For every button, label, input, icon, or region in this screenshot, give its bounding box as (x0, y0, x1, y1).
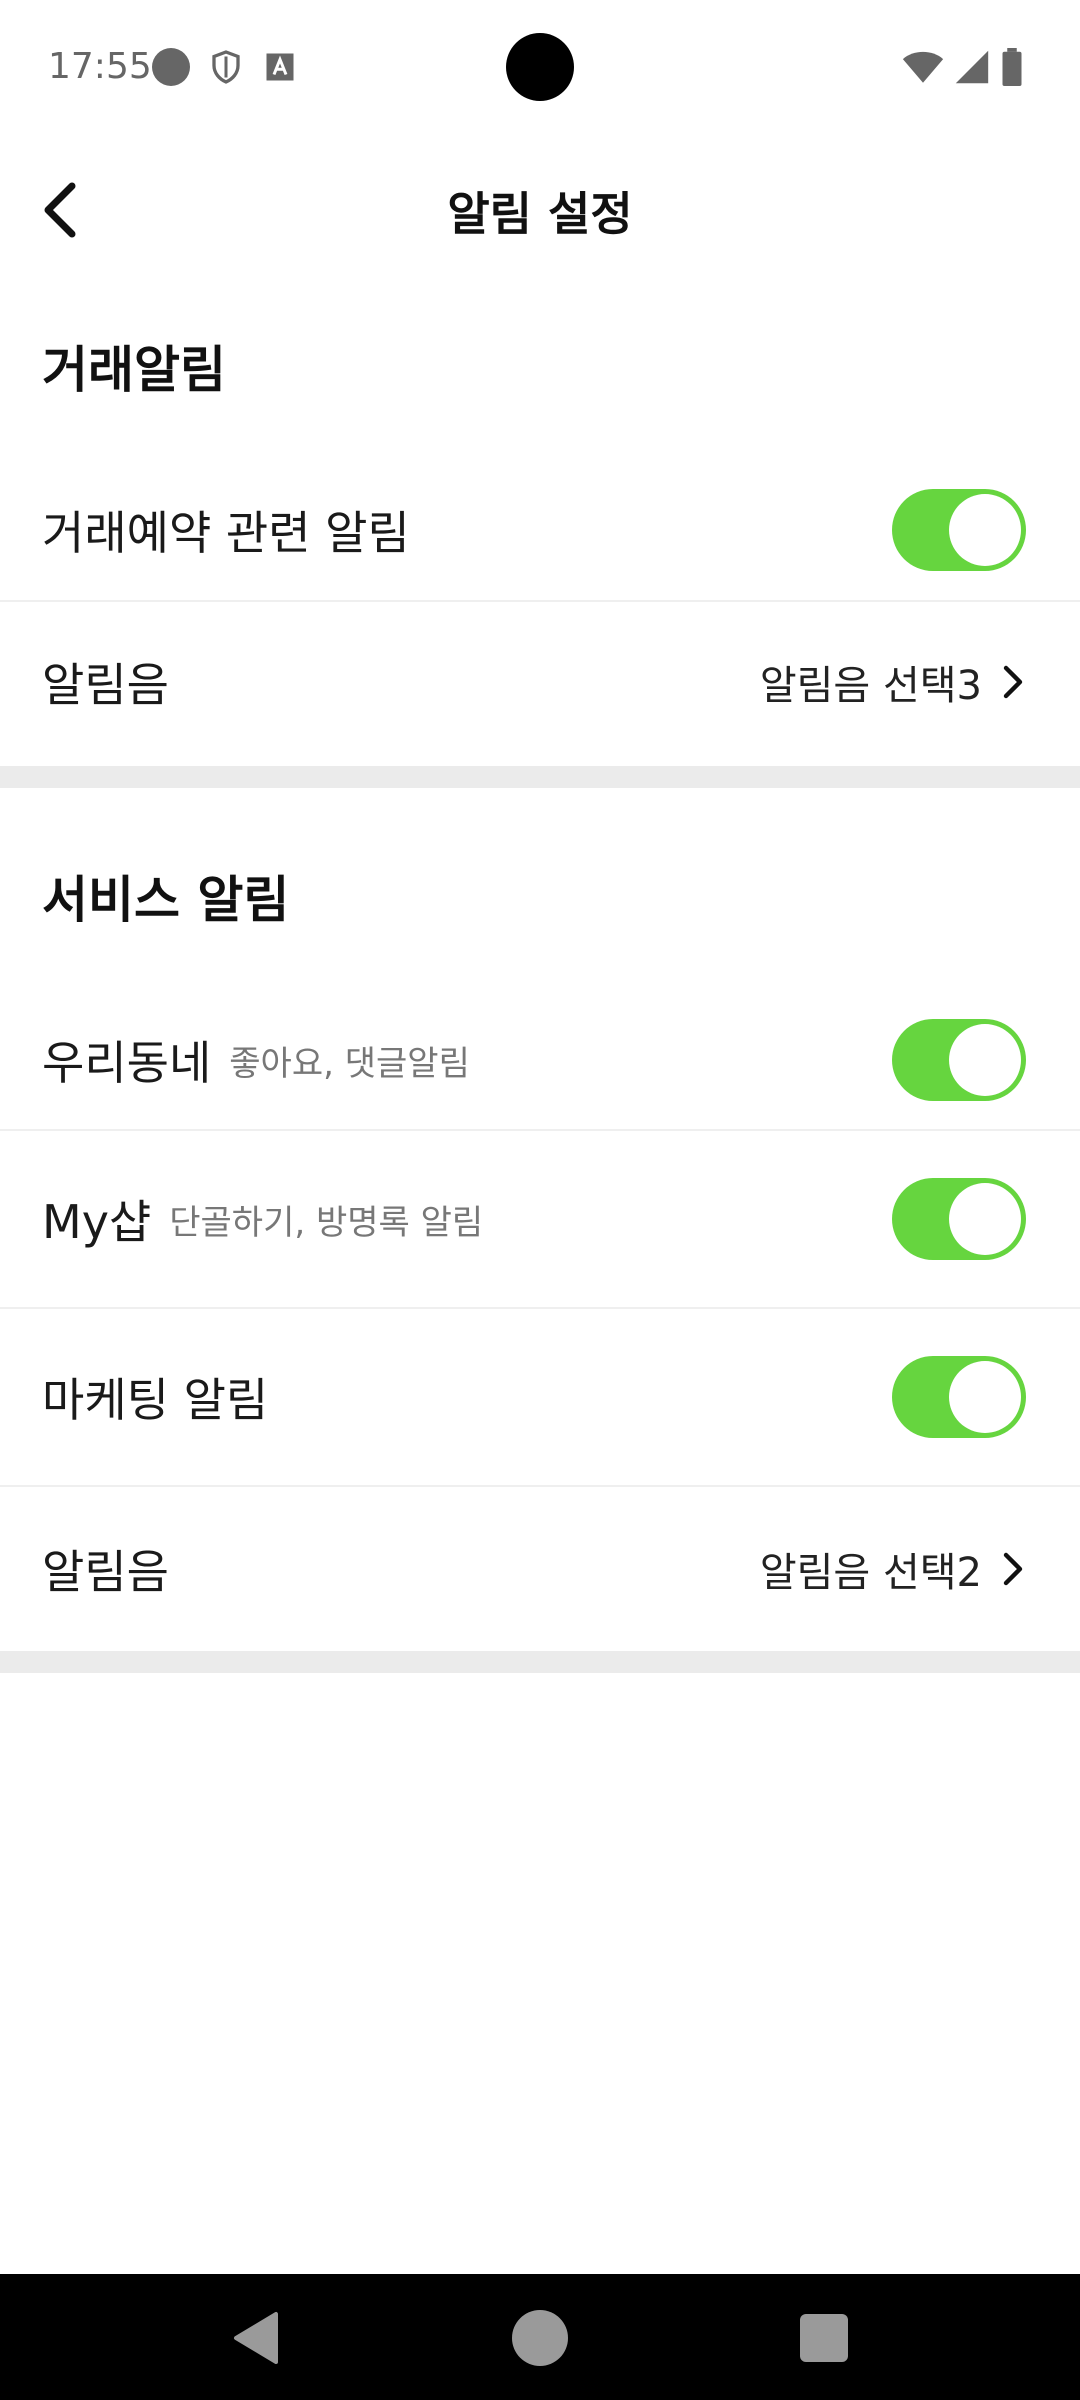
circle-notification-icon (152, 48, 190, 86)
row-value: 알림음 선택3 (759, 663, 982, 709)
toggle-knob (949, 1183, 1021, 1255)
row-label: 거래예약 관련 알림 (42, 506, 410, 560)
section-gap (0, 766, 1080, 788)
status-bar: 17:55 (0, 0, 1080, 136)
row-trade-sound[interactable]: 알림음 알림음 선택3 (0, 602, 1080, 762)
row-service-sound[interactable]: 알림음 알림음 선택2 (0, 1487, 1080, 1651)
toggle-marketing[interactable] (892, 1356, 1026, 1438)
status-icons-right (902, 48, 1024, 86)
status-icons-left (152, 48, 298, 86)
row-sub: 좋아요, 댓글알림 (229, 1043, 470, 1084)
status-time: 17:55 (48, 46, 152, 87)
toggle-knob (949, 1361, 1021, 1433)
toggle-neighborhood[interactable] (892, 1019, 1026, 1101)
wifi-icon (902, 51, 944, 83)
recents-square-icon[interactable] (792, 2306, 856, 2370)
chevron-right-icon (1003, 1552, 1023, 1586)
section-title-service: 서비스 알림 (42, 871, 290, 929)
row-value: 알림음 선택2 (759, 1550, 982, 1596)
battery-icon (1002, 48, 1022, 86)
chevron-right-icon (1003, 665, 1023, 699)
page-title: 알림 설정 (447, 187, 633, 241)
row-label: 알림음 (42, 1545, 169, 1599)
camera-cutout (506, 33, 574, 101)
a-text-icon (266, 53, 294, 81)
row-label: 알림음 (42, 658, 169, 712)
row-label: 우리동네 (42, 1036, 212, 1090)
home-circle-icon[interactable] (508, 2306, 572, 2370)
row-trade-reservation: 거래예약 관련 알림 (0, 460, 1080, 600)
toggle-trade-reservation[interactable] (892, 489, 1026, 571)
row-neighborhood: 우리동네 좋아요, 댓글알림 (0, 990, 1080, 1130)
toggle-knob (949, 494, 1021, 566)
section-title-trade: 거래알림 (42, 341, 226, 399)
row-label: 마케팅 알림 (42, 1373, 269, 1427)
row-label: My샵 (42, 1195, 152, 1249)
row-sub: 단골하기, 방명록 알림 (169, 1202, 484, 1243)
toggle-my-shop[interactable] (892, 1178, 1026, 1260)
nav-bar (0, 2274, 1080, 2400)
toggle-knob (949, 1024, 1021, 1096)
signal-icon (955, 50, 989, 84)
row-my-shop: My샵 단골하기, 방명록 알림 (0, 1131, 1080, 1307)
back-triangle-icon[interactable] (224, 2306, 288, 2370)
shield-icon (212, 50, 240, 84)
row-marketing: 마케팅 알림 (0, 1309, 1080, 1485)
section-gap (0, 1651, 1080, 1673)
header: 알림 설정 (0, 160, 1080, 260)
